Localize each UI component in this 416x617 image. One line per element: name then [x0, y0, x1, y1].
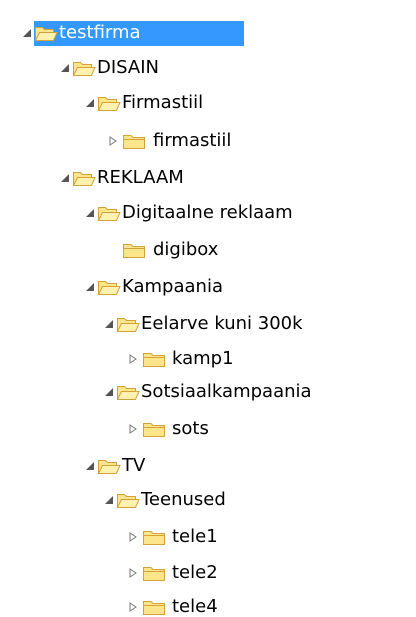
tree-item-reklaam[interactable]: REKLAAM [0, 166, 220, 191]
folder-tree: testfirma DISAIN Firmastiil firmastiil R… [0, 0, 416, 617]
collapsed-arrow-icon[interactable] [128, 532, 138, 542]
tree-item-label: kamp1 [172, 348, 234, 369]
collapsed-arrow-icon[interactable] [128, 602, 138, 612]
expanded-arrow-icon[interactable] [85, 98, 95, 108]
tree-item-firmastiil[interactable]: firmastiil [0, 129, 280, 154]
tree-item-tele4[interactable]: tele4 [0, 595, 240, 617]
tree-item-label: firmastiil [153, 130, 232, 151]
tree-item-label: DISAIN [97, 57, 160, 78]
open-folder-icon [97, 207, 121, 221]
closed-folder-icon [143, 423, 165, 437]
tree-item-label: sots [172, 418, 209, 439]
tree-item-label: testfirma [59, 22, 141, 43]
open-folder-icon [72, 62, 96, 76]
expanded-arrow-icon[interactable] [104, 319, 114, 329]
tree-item-teenused[interactable]: Teenused [0, 488, 280, 513]
expanded-arrow-icon[interactable] [85, 461, 95, 471]
tree-item-label: tele4 [172, 596, 218, 617]
tree-item-tele2[interactable]: tele2 [0, 561, 240, 586]
closed-folder-icon [123, 135, 145, 149]
collapsed-arrow-icon[interactable] [128, 424, 138, 434]
tree-item-label: Eelarve kuni 300k [141, 313, 303, 334]
closed-folder-icon [143, 601, 165, 615]
tree-item-kamp1[interactable]: kamp1 [0, 347, 260, 372]
closed-folder-icon [123, 244, 145, 258]
collapsed-arrow-icon[interactable] [108, 136, 118, 146]
closed-folder-icon [143, 353, 165, 367]
collapsed-arrow-icon[interactable] [128, 568, 138, 578]
tree-item-firmastiil-group[interactable]: Firmastiil [0, 91, 260, 116]
tree-item-label: Teenused [141, 489, 226, 510]
tree-item-label: Kampaania [122, 276, 223, 297]
tree-item-label: TV [122, 455, 146, 476]
expanded-arrow-icon[interactable] [60, 63, 70, 73]
open-folder-icon [97, 460, 121, 474]
tree-item-eelarve-kuni-300k[interactable]: Eelarve kuni 300k [0, 312, 360, 337]
open-folder-icon [116, 386, 140, 400]
tree-item-label: tele2 [172, 562, 218, 583]
tree-item-digitaalne-reklaam[interactable]: Digitaalne reklaam [0, 201, 340, 226]
open-folder-icon [116, 494, 140, 508]
expanded-arrow-icon[interactable] [104, 387, 114, 397]
tree-item-testfirma[interactable]: testfirma [0, 21, 244, 46]
tree-item-digibox[interactable]: digibox [0, 238, 280, 263]
closed-folder-icon [143, 567, 165, 581]
tree-item-kampaania[interactable]: Kampaania [0, 275, 260, 300]
tree-item-label: REKLAAM [97, 167, 184, 188]
tree-item-sots[interactable]: sots [0, 417, 240, 442]
open-folder-icon [34, 27, 58, 41]
open-folder-icon [116, 318, 140, 332]
tree-item-sotsiaalkampaania[interactable]: Sotsiaalkampaania [0, 380, 360, 405]
expanded-arrow-icon[interactable] [85, 282, 95, 292]
collapsed-arrow-icon[interactable] [128, 354, 138, 364]
tree-item-label: Sotsiaalkampaania [141, 381, 312, 402]
tree-item-disain[interactable]: DISAIN [0, 56, 200, 81]
tree-item-tv[interactable]: TV [0, 454, 160, 479]
tree-item-label: Digitaalne reklaam [122, 202, 293, 223]
tree-item-label: digibox [153, 239, 219, 260]
expanded-arrow-icon[interactable] [22, 28, 32, 38]
expanded-arrow-icon[interactable] [85, 208, 95, 218]
tree-item-label: tele1 [172, 526, 218, 547]
tree-item-label: Firmastiil [122, 92, 204, 113]
open-folder-icon [97, 97, 121, 111]
tree-item-tele1[interactable]: tele1 [0, 525, 240, 550]
expanded-arrow-icon[interactable] [60, 173, 70, 183]
open-folder-icon [97, 281, 121, 295]
closed-folder-icon [143, 531, 165, 545]
expanded-arrow-icon[interactable] [104, 495, 114, 505]
open-folder-icon [72, 172, 96, 186]
